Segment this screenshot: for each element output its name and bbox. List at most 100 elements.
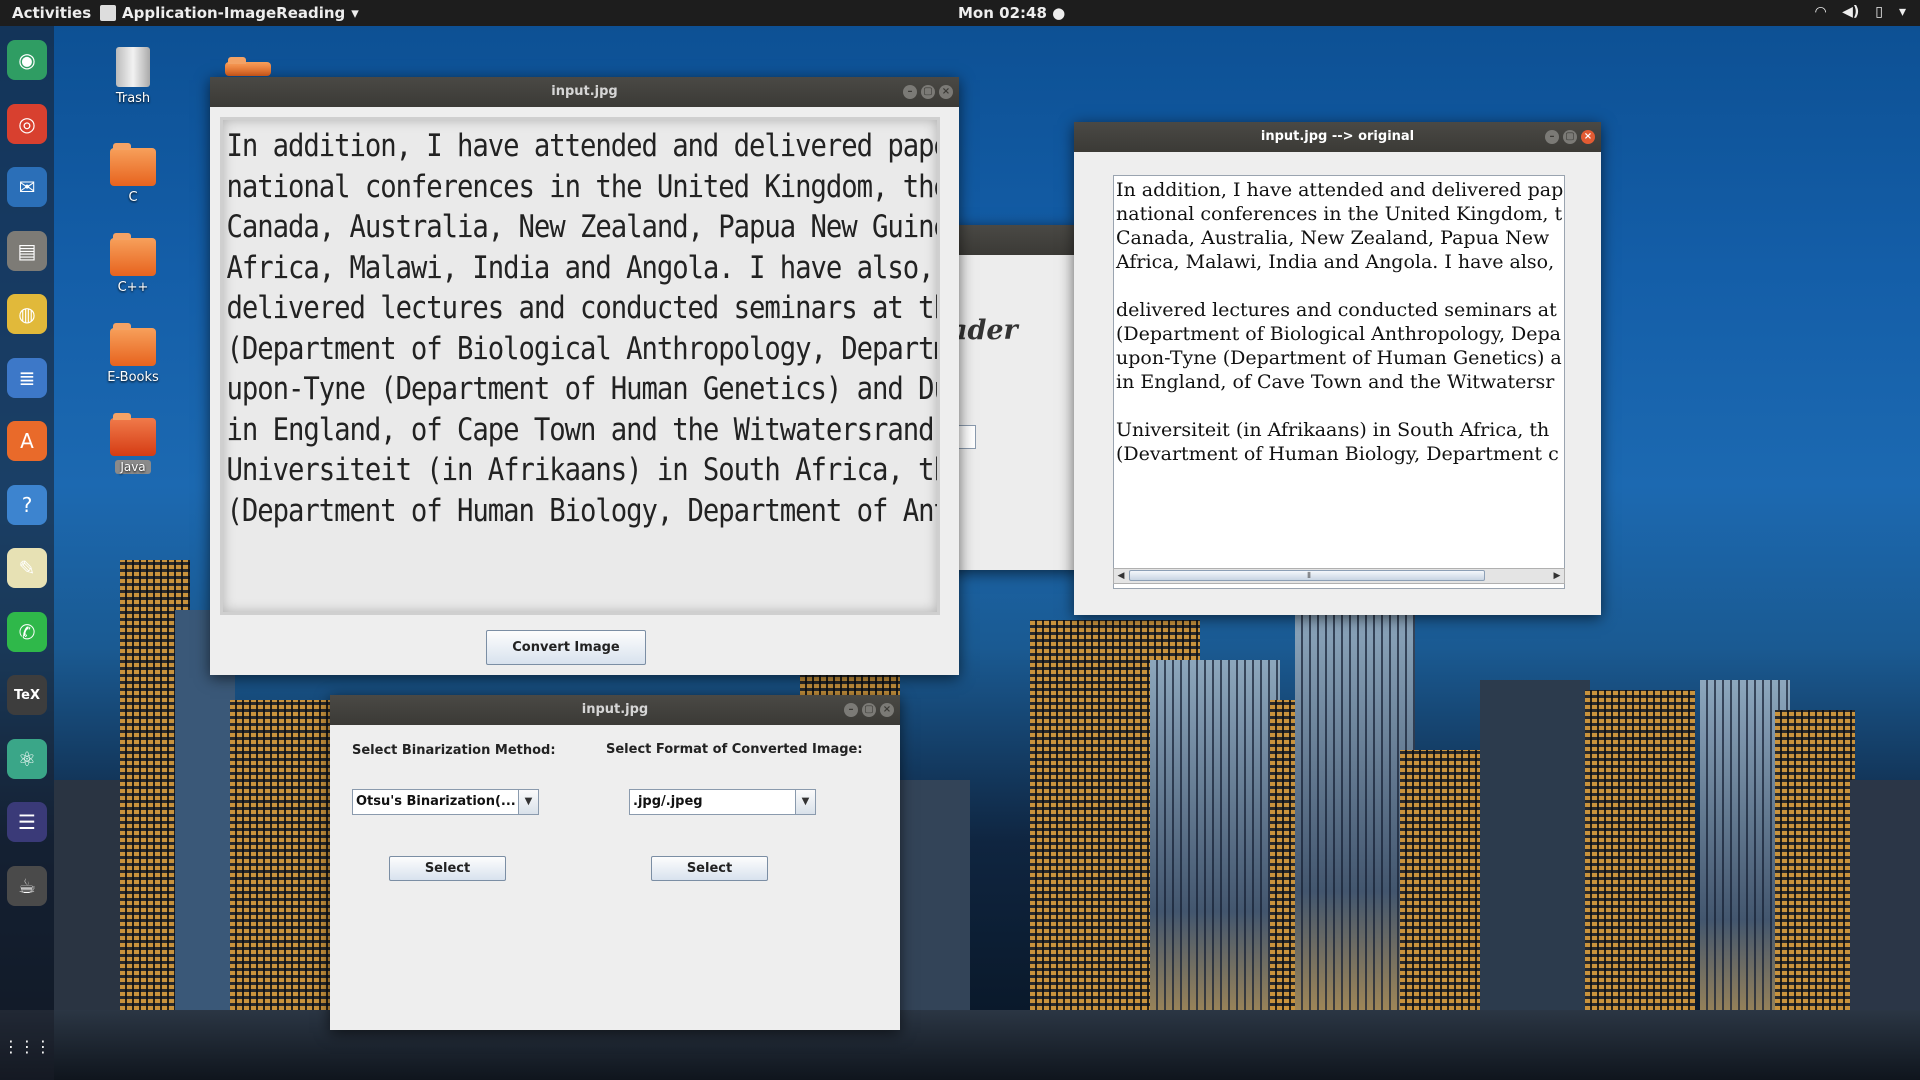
thunderbird-icon[interactable]: ✉ xyxy=(7,167,47,207)
atom-icon[interactable]: ⚛ xyxy=(7,738,47,779)
minimize-icon[interactable]: – xyxy=(903,85,917,99)
app-menu-label: Application-ImageReading xyxy=(122,4,346,22)
options-window[interactable]: input.jpg – ▢ × Select Binarization Meth… xyxy=(330,695,900,1030)
top-panel: Activities Application-ImageReading ▾ Mo… xyxy=(0,0,1920,26)
desktop-icon-label: Trash xyxy=(115,91,151,106)
folder-icon xyxy=(110,413,156,456)
minimize-icon[interactable]: – xyxy=(844,703,858,717)
ocr-text-line: delivered lectures and conducted seminar… xyxy=(1116,299,1557,321)
texmaker-icon[interactable]: TeX xyxy=(7,675,47,715)
scroll-grip-icon: ⦀ xyxy=(1307,571,1311,580)
tray-chevron-down-icon: ▾ xyxy=(1898,4,1906,20)
folder-icon xyxy=(110,233,156,276)
software-center-icon[interactable]: A xyxy=(7,421,47,461)
scan-text-line: Africa, Malawi, India and Angola. I have… xyxy=(226,249,940,286)
image-window[interactable]: input.jpg – ▢ × In addition, I have atte… xyxy=(210,77,959,675)
close-icon[interactable]: × xyxy=(1581,130,1595,144)
folder-icon xyxy=(110,323,156,366)
rhythmbox-icon[interactable]: ◍ xyxy=(7,294,47,334)
window-title: input.jpg --> original xyxy=(1260,129,1415,144)
text-output-window[interactable]: input.jpg --> original – ▢ × In addition… xyxy=(1074,122,1601,615)
ocr-text-line xyxy=(1114,274,1564,298)
close-icon[interactable]: × xyxy=(880,703,894,717)
ocr-text-line: (Department of Biological Anthropology, … xyxy=(1116,323,1561,345)
desktop-icon-java[interactable]: Java xyxy=(93,413,173,475)
options-window-titlebar[interactable]: input.jpg – ▢ × xyxy=(330,695,900,725)
eclipse-icon[interactable]: ☰ xyxy=(7,802,47,842)
binarization-select-value: Otsu's Binarization(... xyxy=(356,794,516,809)
activities-button[interactable]: Activities xyxy=(12,4,91,22)
scan-text-line: Universiteit (in Afrikaans) in South Afr… xyxy=(226,452,940,488)
clock[interactable]: Mon 02:48 ● xyxy=(958,4,1065,22)
binarization-label: Select Binarization Method: xyxy=(352,743,556,758)
folder-icon xyxy=(110,143,156,186)
select-format-button[interactable]: Select xyxy=(651,856,768,881)
folder-icon[interactable] xyxy=(225,57,271,76)
volume-icon: ◀) xyxy=(1842,4,1860,20)
trash-icon xyxy=(116,47,150,87)
desktop-icon-ebooks[interactable]: E-Books xyxy=(93,323,173,385)
image-window-titlebar[interactable]: input.jpg – ▢ × xyxy=(210,77,959,107)
java-app-small-icon xyxy=(100,5,116,21)
scan-text-line: (Department of Human Biology, Department… xyxy=(226,492,940,529)
ocr-text-line: Universiteit (in Afrikaans) in South Afr… xyxy=(1116,419,1550,441)
desktop-icon-c[interactable]: C xyxy=(93,143,173,205)
maximize-icon[interactable]: ▢ xyxy=(862,703,876,717)
background-window-heading: ader xyxy=(950,315,1018,346)
desktop-icon-label: C xyxy=(128,190,138,205)
format-label: Select Format of Converted Image: xyxy=(606,742,863,757)
format-select[interactable]: .jpg/.jpeg ▼ xyxy=(629,789,816,815)
scan-text-line: upon-Tyne (Department of Human Genetics)… xyxy=(226,371,940,407)
text-editor-icon[interactable]: ✎ xyxy=(7,548,47,588)
select-binarization-button[interactable]: Select xyxy=(389,856,506,881)
desktop-icon-label: Java xyxy=(115,460,151,474)
java-app-icon[interactable]: ☕ xyxy=(7,865,47,906)
ocr-text-line: In addition, I have attended and deliver… xyxy=(1116,179,1564,201)
ocr-text-line: (Devartment of Human Biology, Department… xyxy=(1116,443,1559,465)
background-window[interactable]: ader xyxy=(950,225,1080,570)
binarization-select[interactable]: Otsu's Binarization(... ▼ xyxy=(352,789,539,815)
format-select-value: .jpg/.jpeg xyxy=(633,794,703,809)
help-icon[interactable]: ? xyxy=(7,484,47,525)
system-tray[interactable]: ◠ ◀) ▯ ▾ xyxy=(1815,4,1906,20)
desktop-icon-cpp[interactable]: C++ xyxy=(93,233,173,295)
chrome-icon[interactable]: ◎ xyxy=(7,103,47,144)
ocr-text-line: Canada, Australia, New Zealand, Papua Ne… xyxy=(1116,227,1550,249)
scan-text-line: in England, of Cape Town and the Witwate… xyxy=(226,411,940,448)
show-applications-icon[interactable]: ⋮⋮⋮ xyxy=(3,1026,51,1066)
window-title: input.jpg xyxy=(581,702,649,717)
scan-text-line: delivered lectures and conducted seminar… xyxy=(226,290,940,326)
files-icon[interactable]: ▤ xyxy=(7,230,47,271)
ocr-text-line: national conferences in the United Kingd… xyxy=(1116,203,1563,225)
ocr-text-line: upon-Tyne (Department of Human Genetics)… xyxy=(1116,347,1562,369)
ocr-text-area[interactable]: In addition, I have attended and deliver… xyxy=(1113,175,1565,589)
desktop-icon-label: C++ xyxy=(117,280,149,295)
dropdown-arrow-icon[interactable]: ▼ xyxy=(795,790,815,814)
app-menu[interactable]: Application-ImageReading ▾ xyxy=(100,4,359,22)
scan-text-line: In addition, I have attended and deliver… xyxy=(226,128,940,164)
maximize-icon[interactable]: ▢ xyxy=(921,85,935,99)
desktop-icon-label: E-Books xyxy=(107,370,159,385)
scan-text-line: national conferences in the United Kingd… xyxy=(226,168,940,205)
dropdown-arrow-icon[interactable]: ▼ xyxy=(518,790,538,814)
chevron-down-icon: ▾ xyxy=(351,4,359,22)
android-studio-icon[interactable]: ◉ xyxy=(7,40,47,80)
convert-image-button[interactable]: Convert Image xyxy=(486,630,646,665)
ocr-text-line: Africa, Malawi, India and Angola. I have… xyxy=(1116,251,1555,273)
scan-text-line: (Department of Biological Anthropology, … xyxy=(226,330,940,367)
minimize-icon[interactable]: – xyxy=(1545,130,1559,144)
scroll-left-icon[interactable]: ◀ xyxy=(1114,569,1128,583)
desktop-icon-trash[interactable]: Trash xyxy=(93,47,173,106)
background-window-titlebar[interactable] xyxy=(950,225,1080,255)
whatsapp-icon[interactable]: ✆ xyxy=(7,611,47,652)
battery-icon: ▯ xyxy=(1875,4,1883,20)
scanned-image: In addition, I have attended and deliver… xyxy=(220,117,940,615)
scroll-right-icon[interactable]: ▶ xyxy=(1550,569,1564,583)
horizontal-scrollbar[interactable]: ◀ ⦀ ▶ xyxy=(1113,568,1565,584)
close-icon[interactable]: × xyxy=(939,85,953,99)
ocr-text-line: in England, of Cave Town and the Witwate… xyxy=(1116,371,1555,393)
background-window-field[interactable] xyxy=(958,425,976,449)
text-output-window-titlebar[interactable]: input.jpg --> original – ▢ × xyxy=(1074,122,1601,152)
maximize-icon[interactable]: ▢ xyxy=(1563,130,1577,144)
libreoffice-writer-icon[interactable]: ≣ xyxy=(7,357,47,398)
